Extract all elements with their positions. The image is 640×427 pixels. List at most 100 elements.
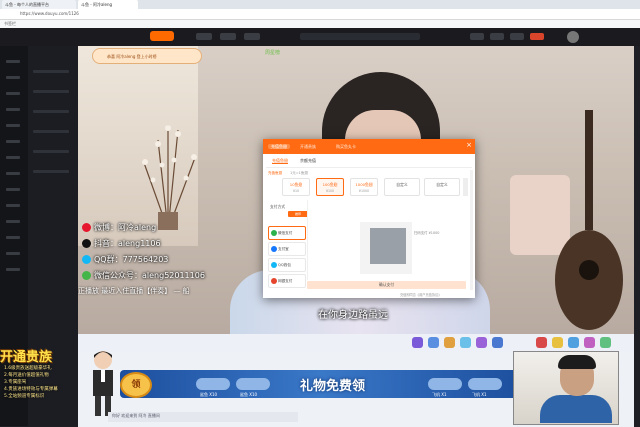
webcam-person-hair — [558, 355, 596, 369]
gift-icon[interactable] — [428, 337, 439, 348]
sidebar-item[interactable] — [6, 108, 20, 111]
amount-option-selected[interactable]: 100鱼翅 ¥100 — [316, 178, 344, 196]
gift-icon[interactable] — [552, 337, 563, 348]
promo-line: 4.贵族进场特效与专属弹幕 — [4, 387, 58, 392]
gift-icon[interactable] — [536, 337, 547, 348]
qr-code[interactable] — [370, 228, 406, 264]
site-logo[interactable] — [150, 31, 174, 41]
promo-line: 2.每月送价值超值礼物 — [4, 373, 49, 378]
dialog-tab[interactable]: 开通贵族 — [300, 142, 316, 151]
gift-icon[interactable] — [584, 337, 595, 348]
header-icon[interactable] — [530, 33, 544, 40]
recharge-hint: 充值鱼翅 — [268, 171, 282, 175]
gift-bar — [78, 334, 634, 352]
dialog-separator — [307, 200, 308, 280]
sidebar-item[interactable] — [6, 220, 20, 223]
header-icon[interactable] — [490, 33, 504, 40]
amount-custom[interactable]: 自定义 — [384, 178, 420, 196]
guitar-decoration — [555, 110, 623, 330]
gift-icon[interactable] — [492, 337, 503, 348]
avatar[interactable] — [567, 31, 579, 43]
sidebar-list-item[interactable] — [33, 170, 69, 173]
cartoon-mascot — [93, 351, 113, 416]
dialog-tab[interactable]: 购买鱼丸卡 — [336, 142, 356, 151]
gift-icon[interactable] — [460, 337, 471, 348]
sidebar-item[interactable] — [6, 172, 20, 175]
sidebar-item[interactable] — [6, 92, 20, 95]
header-nav-item[interactable] — [196, 33, 212, 40]
social-weibo: 微博：阿冷aleng — [82, 222, 156, 234]
amount-option[interactable]: 1000鱼翅 ¥1000 — [350, 178, 378, 196]
sidebar-item[interactable] — [6, 76, 20, 79]
header-search[interactable] — [300, 33, 420, 40]
gift-icon[interactable] — [476, 337, 487, 348]
gift-count-label: 鲨鱼 X10 — [200, 392, 218, 397]
plane-gift-icon — [468, 378, 502, 390]
dialog-scrollbar[interactable] — [470, 170, 473, 290]
sidebar-item[interactable] — [6, 140, 20, 143]
gift-icon[interactable] — [600, 337, 611, 348]
pay-method-qq[interactable]: QQ钱包 — [268, 258, 306, 272]
dialog-tab[interactable]: 充值鱼翅 — [268, 142, 290, 151]
header-icon[interactable] — [510, 33, 524, 40]
social-douyin: 抖音：aleng1106 — [82, 238, 161, 250]
header-nav-item[interactable] — [244, 33, 260, 40]
browser-tab-active[interactable]: 斗鱼 - 阿冷aleng — [78, 0, 138, 9]
bank-icon — [271, 278, 277, 284]
social-wechat: 微信公众号：aleng52011106 — [82, 270, 205, 282]
sidebar-item[interactable] — [6, 204, 20, 207]
gift-icon[interactable] — [444, 337, 455, 348]
sidebar-item[interactable] — [6, 156, 20, 159]
promo-line: 1.6级贵族送超级豪华礼 — [4, 366, 52, 371]
sidebar-item[interactable] — [6, 268, 20, 271]
sidebar-list-item[interactable] — [33, 110, 69, 113]
stream-tag: 周星榜 — [265, 50, 281, 56]
dialog-divider — [266, 167, 472, 168]
gift-icon[interactable] — [568, 337, 579, 348]
pay-method-bank[interactable]: 网银支付 — [268, 274, 306, 288]
banner-title: 礼物免费领 — [300, 379, 366, 394]
gift-icon[interactable] — [412, 337, 423, 348]
stream-top-banner[interactable]: 恭喜 阿冷aleng 登上小时榜 — [92, 48, 202, 64]
sidebar-list-item[interactable] — [33, 150, 69, 153]
amount-custom[interactable]: 自定义 — [424, 178, 460, 196]
plant-decoration — [142, 125, 197, 230]
sidebar-list-item[interactable] — [33, 70, 69, 73]
sidebar-item[interactable] — [6, 236, 20, 239]
browser-tab[interactable]: 斗鱼 - 每个人的直播平台 — [2, 0, 76, 9]
header-nav-item[interactable] — [220, 33, 236, 40]
pay-method-wechat[interactable]: 微信支付 — [268, 226, 306, 240]
close-icon[interactable]: × — [465, 141, 473, 150]
plane-gift-icon — [428, 378, 462, 390]
qr-note: 扫码支付 ¥1000 — [414, 231, 440, 235]
dialog-header — [263, 139, 475, 154]
amount-scrollbar[interactable] — [463, 178, 468, 196]
lyrics-subtitle: 在你身边路虽远 — [318, 310, 388, 321]
wechat-icon — [82, 271, 91, 280]
confirm-pay-bar[interactable]: 确认支付 — [307, 281, 466, 289]
sidebar-item[interactable] — [6, 124, 20, 127]
gift-count-label: 飞机 X1 — [432, 392, 447, 397]
pay-method-alipay[interactable]: 支付宝 — [268, 242, 306, 256]
douyin-icon — [82, 239, 91, 248]
agreement-link[interactable]: 充值即同意《用户充值协议》 — [400, 292, 441, 297]
dialog-subtab[interactable]: 充值鱼翅 — [272, 157, 288, 165]
url-text[interactable]: https://www.douyu.com/1126 — [20, 10, 280, 18]
sidebar-list-item[interactable] — [33, 130, 69, 133]
gift-count-label: 飞机 X1 — [472, 392, 487, 397]
social-qq: QQ群：777564203 — [82, 254, 168, 266]
address-bar[interactable]: https://www.douyu.com/1126 — [0, 9, 640, 20]
sidebar-item[interactable] — [6, 188, 20, 191]
bookmarks-bar[interactable]: 书签栏 — [0, 20, 640, 28]
bottom-info-text: 你好 欢迎来到 阿冷 直播间 — [112, 413, 160, 418]
sidebar-list-item[interactable] — [33, 90, 69, 93]
sidebar-item[interactable] — [6, 252, 20, 255]
sidebar-item[interactable] — [6, 60, 20, 63]
amount-option[interactable]: 10鱼翅 ¥10 — [282, 178, 310, 196]
header-icon[interactable] — [470, 33, 484, 40]
promo-line: 3.专属座驾 — [4, 380, 27, 385]
dialog-subtab[interactable]: 余额充值 — [300, 157, 316, 165]
claim-button[interactable]: 领 — [120, 372, 152, 398]
promo-line: 5.全站频道专属标识 — [4, 394, 45, 399]
weibo-icon — [82, 223, 91, 232]
